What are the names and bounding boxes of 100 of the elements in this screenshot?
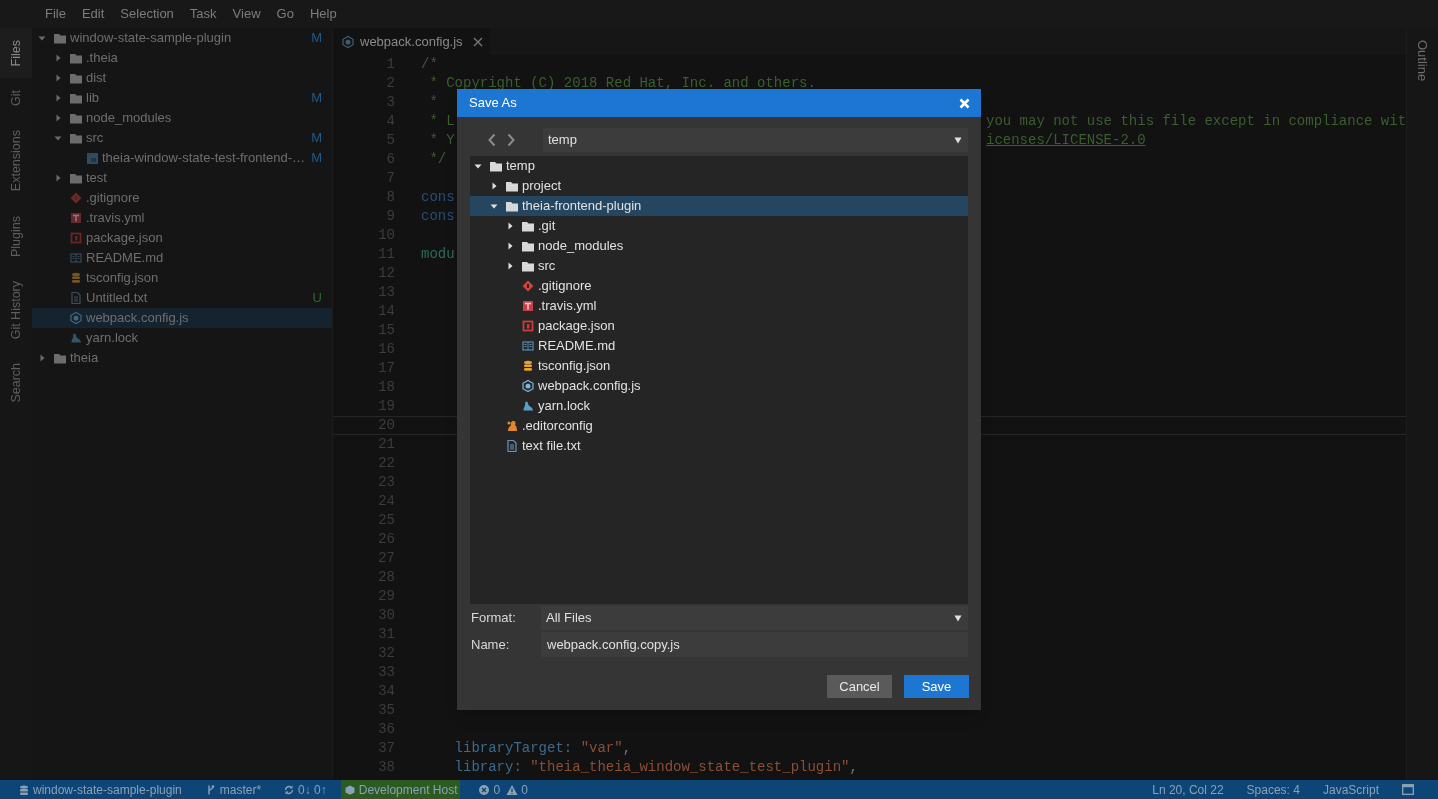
menu-item[interactable]: View (224, 4, 269, 24)
item-label: yarn.lock (538, 397, 592, 416)
status-item[interactable]: 0 (521, 780, 528, 799)
status-item[interactable]: JavaScript (1322, 780, 1379, 799)
host-indicator[interactable]: Development Host (340, 780, 461, 799)
menu-item[interactable]: Task (181, 4, 225, 24)
status-item[interactable]: 0 (493, 780, 501, 799)
tree-item[interactable]: package.json (470, 316, 968, 336)
tree-item[interactable]: .gitignore (470, 276, 968, 296)
cancel-button[interactable]: Cancel (827, 675, 892, 698)
window-icon[interactable] (1402, 784, 1414, 795)
tree-item[interactable]: yarn.lock (470, 396, 968, 416)
item-label: project (522, 177, 563, 196)
tree-item[interactable]: .gitignore (32, 188, 332, 208)
tree-item[interactable]: README.md (470, 336, 968, 356)
status-item[interactable]: Spaces: 4 (1246, 780, 1300, 799)
git-status: M (311, 89, 322, 108)
menu-item[interactable]: File (37, 4, 74, 24)
side-tab[interactable]: Git (0, 78, 32, 119)
status-text: Development Host (358, 781, 458, 799)
code-text: you may not use this file except in compliance wit (986, 112, 1406, 131)
format-select[interactable]: All Files (541, 606, 968, 630)
side-tab[interactable]: Search (0, 350, 32, 415)
outline-tab[interactable]: Outline (1412, 28, 1433, 94)
status-item[interactable]: master* (219, 780, 262, 799)
item-label: .theia (86, 49, 119, 68)
item-label: window-state-sample-plugin (70, 29, 233, 48)
item-label: temp (506, 157, 536, 176)
save-button[interactable]: Save (904, 675, 969, 698)
code-text: libraryTarget: (453, 739, 574, 758)
back-icon[interactable] (487, 133, 497, 147)
travis-file-icon (69, 211, 83, 225)
git-status: M (311, 129, 322, 148)
tree-item[interactable]: .travis.yml (32, 208, 332, 228)
format-label: Format: (471, 609, 517, 628)
plug-icon (343, 783, 356, 796)
tree-item[interactable]: node_modules (32, 108, 332, 128)
tree-item[interactable]: dist (32, 68, 332, 88)
cube-icon (341, 34, 355, 49)
tree-item[interactable]: .theia (32, 48, 332, 68)
tree-item[interactable]: lib M (32, 88, 332, 108)
tree-item[interactable]: src M (32, 128, 332, 148)
item-label: .editorconfig (522, 417, 594, 436)
close-icon[interactable] (959, 97, 970, 109)
menu-item[interactable]: Selection (112, 4, 182, 24)
tree-item[interactable]: test (32, 168, 332, 188)
tree-item[interactable]: theia-frontend-plugin (470, 196, 968, 216)
tree-item[interactable]: theia (32, 348, 332, 368)
tree-item[interactable]: text file.txt (470, 436, 968, 456)
item-label: README.md (538, 337, 617, 356)
item-label: text file.txt (522, 437, 582, 456)
side-tab[interactable]: Extensions (0, 118, 32, 204)
warning-icon (506, 783, 519, 796)
status-item[interactable]: Ln 20, Col 22 (1152, 780, 1224, 799)
tree-item[interactable]: node_modules (470, 236, 968, 256)
tree-item[interactable]: README.md (32, 248, 332, 268)
forward-icon[interactable] (506, 133, 516, 147)
tree-item[interactable]: tsconfig.json (470, 356, 968, 376)
item-label: webpack.config.js (538, 377, 642, 396)
item-label: README.md (86, 249, 165, 268)
folder-icon (69, 71, 83, 85)
package-file-icon (521, 319, 535, 333)
travis-file-icon (521, 299, 535, 313)
tree-item[interactable]: .editorconfig (470, 416, 968, 436)
menu-item[interactable]: Help (301, 4, 345, 24)
code-text: /* (421, 55, 438, 74)
tree-item[interactable]: Untitled.txt U (32, 288, 332, 308)
tree-item[interactable]: window-state-sample-plugin M (32, 28, 332, 48)
tree-item[interactable]: .travis.yml (470, 296, 968, 316)
tree-item[interactable]: temp (470, 156, 968, 176)
folder-icon (489, 159, 503, 173)
tree-item[interactable]: tsconfig.json (32, 268, 332, 288)
item-label: .gitignore (86, 189, 141, 208)
tree-item[interactable]: src (470, 256, 968, 276)
close-icon[interactable] (471, 35, 484, 48)
menu-item[interactable]: Edit (73, 4, 113, 24)
code-text: , (849, 758, 858, 777)
editor-tab[interactable]: webpack.config.js (333, 28, 490, 55)
tree-item[interactable]: .git (470, 216, 968, 236)
sync-icon (283, 783, 296, 796)
tree-item[interactable]: yarn.lock (32, 328, 332, 348)
status-item[interactable]: window-state-sample-plugin (33, 780, 182, 799)
tree-item[interactable]: theia-window-state-test-frontend-… M (32, 148, 332, 168)
status-item[interactable]: 0↓ 0↑ (298, 780, 327, 799)
code-text: modu (421, 245, 455, 264)
tree-item[interactable]: project (470, 176, 968, 196)
tree-item[interactable]: webpack.config.js (470, 376, 968, 396)
side-tab[interactable]: Git History (0, 268, 32, 351)
item-label: node_modules (538, 237, 625, 256)
location-select[interactable]: temp (543, 128, 968, 152)
side-tab[interactable]: Plugins (0, 203, 32, 269)
tree-item[interactable]: package.json (32, 228, 332, 248)
item-label: .travis.yml (86, 209, 146, 228)
menu-item[interactable]: Go (268, 4, 302, 24)
tree-item[interactable]: webpack.config.js (32, 308, 332, 328)
name-field[interactable]: webpack.config.copy.js (541, 632, 968, 657)
code-link[interactable]: icenses/LICENSE-2.0 (986, 130, 1146, 151)
code-text: * Y (428, 131, 455, 150)
side-tab[interactable]: Files (0, 28, 32, 79)
item-label: test (86, 169, 108, 188)
